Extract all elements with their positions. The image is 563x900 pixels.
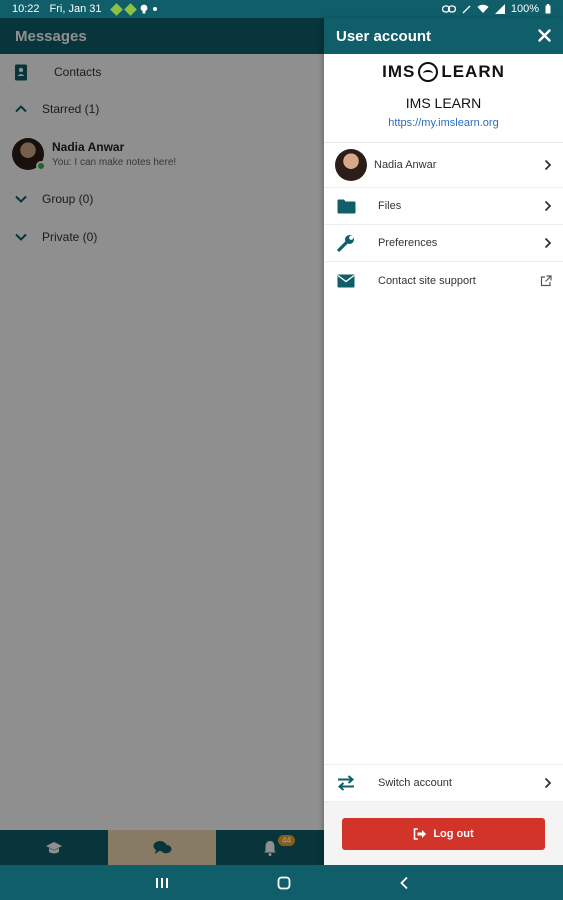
bulb-icon (140, 4, 147, 14)
logout-button[interactable]: Log out (342, 817, 545, 850)
menu-item-contact-support[interactable]: Contact site support (324, 262, 563, 299)
sign-out-icon (414, 827, 427, 840)
status-date: Fri, Jan 31 (49, 3, 102, 15)
site-logo: IMS LEARN (324, 62, 563, 82)
status-bar: 10:22 Fri, Jan 31 100% (0, 0, 563, 18)
chevron-right-icon (544, 777, 552, 789)
switch-account-label: Switch account (378, 777, 452, 789)
app-notification-icon (109, 2, 123, 16)
contact-support-label: Contact site support (378, 274, 476, 287)
signal-icon (494, 4, 505, 14)
user-account-drawer: User account IMS LEARN IMS LEARN https:/… (324, 18, 563, 865)
logo-text-right: LEARN (441, 62, 505, 81)
logo-text-left: IMS (382, 62, 416, 81)
wifi-icon (477, 4, 489, 13)
logo-icon (418, 62, 439, 82)
drawer-header: User account (324, 18, 563, 54)
user-profile-row[interactable]: Nadia Anwar (324, 143, 563, 188)
link-icon (441, 5, 456, 13)
avatar (335, 149, 367, 181)
mute-icon (462, 5, 471, 13)
app-notification-icon (123, 2, 137, 16)
recent-apps-icon[interactable] (155, 877, 169, 889)
system-navigation-bar (0, 865, 563, 900)
folder-icon (335, 199, 357, 214)
wrench-icon (335, 234, 357, 252)
site-name: IMS LEARN (405, 95, 482, 111)
home-icon[interactable] (277, 876, 291, 890)
preferences-label: Preferences (378, 237, 438, 249)
notification-icons (109, 2, 157, 16)
site-url-link[interactable]: https://my.imslearn.org (324, 117, 563, 129)
logout-label: Log out (433, 827, 474, 840)
drawer-backdrop[interactable] (0, 18, 324, 865)
drawer-title: User account (336, 27, 432, 45)
swap-arrows-icon (335, 775, 357, 791)
chevron-right-icon (544, 159, 552, 171)
more-notifications-icon (152, 7, 157, 11)
site-info: IMS LEARN IMS LEARN https://my.imslearn.… (324, 54, 563, 143)
menu-item-preferences[interactable]: Preferences (324, 225, 563, 262)
status-time: 10:22 (12, 3, 40, 15)
logout-area: Log out (324, 802, 563, 865)
back-icon[interactable] (399, 876, 409, 890)
user-name: Nadia Anwar (374, 159, 437, 171)
chevron-right-icon (544, 237, 552, 249)
files-label: Files (378, 200, 402, 212)
external-link-icon (540, 274, 552, 287)
switch-account-row[interactable]: Switch account (324, 764, 563, 802)
envelope-icon (335, 274, 357, 288)
menu-item-files[interactable]: Files (324, 188, 563, 225)
chevron-right-icon (544, 200, 552, 212)
battery-level: 100% (510, 3, 539, 15)
close-icon[interactable] (538, 26, 551, 46)
status-right: 100% (441, 3, 551, 15)
battery-icon (545, 4, 551, 14)
